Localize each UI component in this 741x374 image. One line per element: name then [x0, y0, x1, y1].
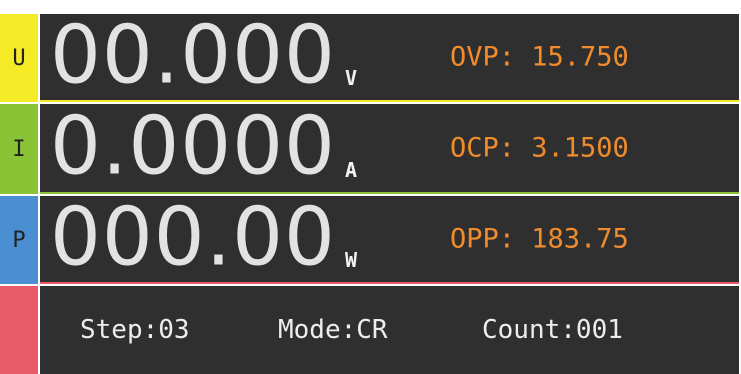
power-unit: W [345, 248, 358, 272]
ocp-value: OCP: 3.1500 [450, 132, 629, 164]
current-readout: 0.0000 [50, 99, 336, 193]
ovp-value: OVP: 15.750 [450, 41, 629, 73]
power-tab-label: P [12, 227, 26, 253]
voltage-tab-label: U [12, 45, 26, 71]
current-tab-label: I [12, 136, 26, 162]
voltage-unit: V [345, 66, 358, 90]
power-tab: P [0, 196, 38, 284]
voltage-tab: U [0, 14, 38, 102]
count-indicator: Count:001 [482, 315, 623, 345]
power-row: P 000.00 W OPP: 183.75 [0, 196, 741, 284]
mode-indicator: Mode:CR [278, 315, 388, 345]
status-row: Step:03 Mode:CR Count:001 [0, 286, 741, 374]
power-meter-display: U 00.000 V OVP: 15.750 I 0.0000 A OCP: 3… [0, 0, 741, 374]
current-panel: 0.0000 A OCP: 3.1500 [40, 104, 739, 194]
current-tab: I [0, 104, 38, 194]
status-tab [0, 286, 38, 374]
power-panel: 000.00 W OPP: 183.75 [40, 196, 739, 284]
step-indicator: Step:03 [80, 315, 190, 345]
voltage-panel: 00.000 V OVP: 15.750 [40, 14, 739, 102]
voltage-readout: 00.000 [50, 8, 336, 102]
current-row: I 0.0000 A OCP: 3.1500 [0, 104, 741, 194]
power-readout: 000.00 [50, 190, 336, 284]
opp-value: OPP: 183.75 [450, 223, 629, 255]
status-panel: Step:03 Mode:CR Count:001 [40, 286, 739, 374]
voltage-row: U 00.000 V OVP: 15.750 [0, 14, 741, 102]
current-unit: A [345, 158, 358, 182]
